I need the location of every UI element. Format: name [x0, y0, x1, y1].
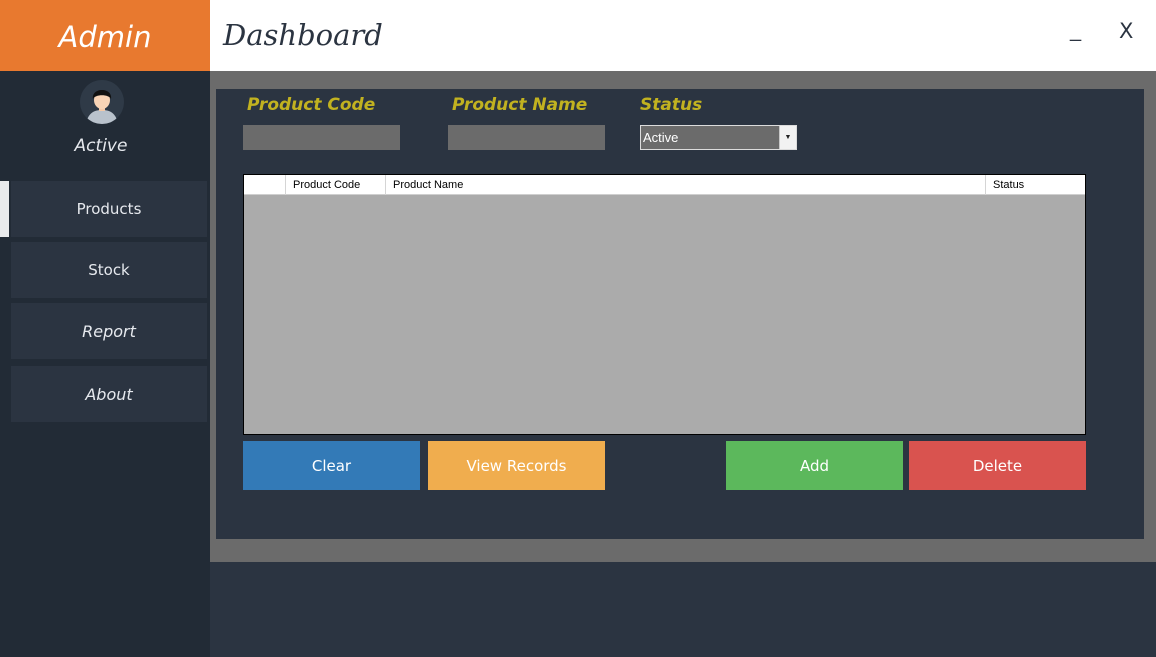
active-nav-indicator [0, 181, 9, 237]
grid-header: Product Code Product Name Status [244, 175, 1085, 195]
sidebar-item-stock[interactable]: Stock [11, 242, 207, 298]
add-button[interactable]: Add [726, 441, 903, 490]
page-title: Dashboard [223, 18, 383, 52]
status-selected-value: Active [643, 130, 679, 145]
close-button[interactable]: X [1119, 19, 1133, 43]
delete-button[interactable]: Delete [909, 441, 1086, 490]
view-records-button[interactable]: View Records [428, 441, 605, 490]
product-name-label: Product Name [452, 95, 588, 115]
column-header-product-name[interactable]: Product Name [385, 175, 985, 195]
avatar [80, 80, 124, 124]
chevron-down-icon[interactable]: ▼ [779, 126, 796, 149]
minimize-button[interactable]: _ [1070, 20, 1081, 43]
sidebar-item-about[interactable]: About [11, 366, 207, 422]
clear-button[interactable]: Clear [243, 441, 420, 490]
product-code-label: Product Code [247, 95, 376, 115]
sidebar-item-products[interactable]: Products [11, 181, 207, 237]
status-select[interactable]: Active ▼ [640, 125, 797, 150]
header: Dashboard _ X [210, 0, 1156, 71]
products-grid[interactable]: Product Code Product Name Status [243, 174, 1086, 435]
row-header-column[interactable] [244, 175, 285, 195]
sidebar: Admin Active Products Stock Report About [0, 0, 210, 657]
status-label: Status [640, 95, 703, 115]
user-avatar-icon [80, 80, 124, 124]
brand-title: Admin [0, 0, 210, 71]
column-header-status[interactable]: Status [985, 175, 1085, 195]
product-name-input[interactable] [448, 125, 605, 150]
product-code-input[interactable] [243, 125, 400, 150]
sidebar-item-report[interactable]: Report [11, 303, 207, 359]
column-header-product-code[interactable]: Product Code [285, 175, 385, 195]
user-status: Active [74, 136, 128, 156]
